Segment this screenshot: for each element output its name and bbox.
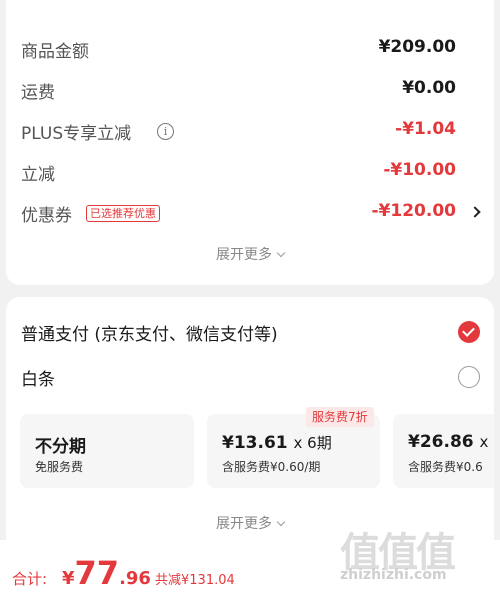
instant-discount-label: 立减 [21,165,55,185]
plus-discount-row: PLUS专享立减 i -¥1.04 [6,115,494,145]
info-icon[interactable]: i [157,123,174,140]
installment-plan-12[interactable]: ¥26.86 x 含服务费¥0.6 [393,414,494,488]
chevron-down-icon [276,248,286,258]
expand-more-label: 展开更多 [216,247,272,263]
radio-checked-icon[interactable] [458,321,480,343]
coupon-value: -¥120.00 [371,201,457,221]
total-decimal: .96 [119,568,151,589]
payment-card: 普通支付 (京东支付、微信支付等) 白条 不分期 免服务费 ¥13.61 x 6… [6,297,494,557]
radio-unchecked-icon[interactable] [458,366,480,388]
goods-amount-value: ¥209.00 [378,37,456,57]
currency-symbol: ¥ [62,568,75,589]
watermark-logo: 值值值 zhizhizhi.com [340,520,490,586]
watermark-url: zhizhizhi.com [340,567,447,583]
total-amount: ¥77.96 [62,554,151,592]
plan-fee-note: 免服务费 [35,460,84,474]
total-integer: 77 [74,554,120,592]
plan-fee-note: 含服务费¥0.6 [408,460,483,474]
plan-fee-note: 含服务费¥0.60/期 [222,460,321,474]
goods-amount-row: 商品金额 ¥209.00 [6,33,494,63]
total-label: 合计: [12,570,48,588]
plan-title: ¥26.86 x [408,432,488,452]
instant-discount-row: 立减 -¥10.00 [6,156,494,186]
shipping-row: 运费 ¥0.00 [6,74,494,104]
expand-more-summary[interactable]: 展开更多 [6,244,494,264]
chevron-right-icon [469,206,481,218]
payment-option-label: 白条 [21,370,55,390]
service-fee-discount-badge: 服务费7折 [306,407,374,427]
total-saved: 共减¥131.04 [155,573,235,588]
plan-title: 不分期 [35,437,86,457]
shipping-label: 运费 [21,83,55,103]
plan-times: x [479,433,489,451]
instant-discount-value: -¥10.00 [383,160,456,180]
recommended-coupon-tag: 已选推荐优惠 [86,205,160,222]
plus-discount-label: PLUS专享立减 [21,124,132,144]
plan-times: x 6期 [293,434,332,452]
plan-amount: ¥26.86 [408,432,474,452]
installment-plan-none[interactable]: 不分期 免服务费 [20,414,194,488]
order-summary-card: 商品金额 ¥209.00 运费 ¥0.00 PLUS专享立减 i -¥1.04 … [6,0,494,285]
chevron-down-icon [276,517,286,527]
coupon-label: 优惠券 [21,206,72,226]
plus-discount-value: -¥1.04 [395,119,456,139]
plan-amount: ¥13.61 [222,433,288,453]
goods-amount-label: 商品金额 [21,42,89,62]
shipping-value: ¥0.00 [402,78,456,98]
coupon-row[interactable]: 优惠券 已选推荐优惠 -¥120.00 [6,197,494,227]
plan-title: ¥13.61 x 6期 [222,432,332,453]
payment-option-baitiao[interactable]: 白条 [6,359,494,393]
expand-more-label: 展开更多 [216,516,272,532]
payment-option-normal[interactable]: 普通支付 (京东支付、微信支付等) [6,314,494,348]
payment-option-label: 普通支付 (京东支付、微信支付等) [21,325,278,345]
